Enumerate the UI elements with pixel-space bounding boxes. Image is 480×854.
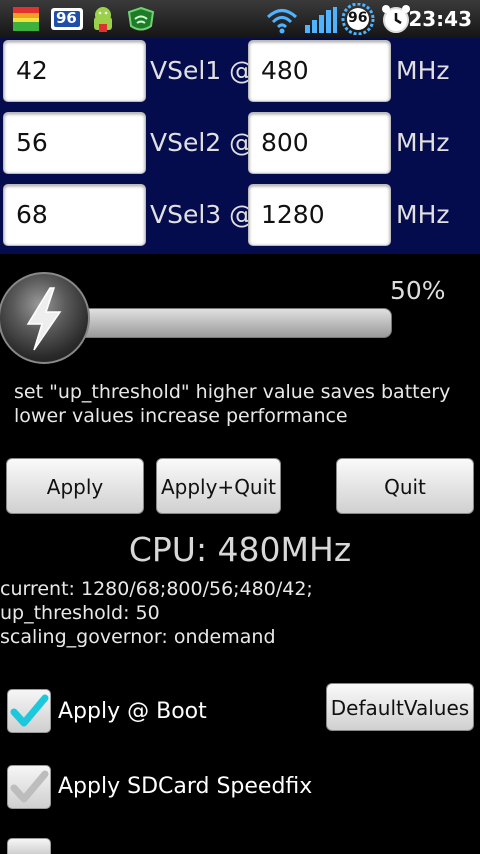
checkmark-icon — [10, 694, 49, 727]
shield-icon — [126, 6, 156, 32]
up-threshold-stat: up_threshold: 50 — [0, 602, 160, 624]
governor-stat: scaling_governor: ondemand — [0, 626, 276, 648]
battery-level-text: 96 — [348, 10, 368, 26]
signal-icon — [302, 6, 338, 33]
slider-knob[interactable] — [0, 272, 90, 364]
quit-button[interactable]: Quit — [336, 458, 474, 514]
badge-notification-icon: 96 — [50, 6, 84, 32]
vsel3-unit: MHz — [396, 200, 450, 229]
vsel3-value-input[interactable]: 68 — [3, 184, 146, 246]
alarm-clock-icon — [380, 4, 412, 34]
battery-icon: 96 — [340, 2, 376, 36]
notification-badge-text: 96 — [56, 9, 77, 27]
cpu-frequency: CPU: 480MHz — [128, 530, 352, 569]
hint-line-1: set "up_threshold" higher value saves ba… — [14, 381, 451, 403]
apply-boot-checkbox[interactable] — [7, 689, 51, 733]
current-stat: current: 1280/68;800/56;480/42; — [0, 578, 313, 600]
vsel3-freq-input[interactable]: 1280 — [248, 184, 391, 246]
vsel-panel: 42 VSel1 @ 480 MHz 56 VSel2 @ 800 MHz 68… — [0, 38, 480, 254]
sdcard-speedfix-checkbox[interactable] — [7, 765, 51, 809]
apply-quit-button[interactable]: Apply+Quit — [156, 458, 281, 514]
wifi-icon — [264, 6, 300, 34]
up-threshold-slider-track[interactable] — [40, 308, 392, 338]
vsel1-unit: MHz — [396, 56, 450, 85]
lightning-icon — [26, 287, 62, 351]
vsel2-freq-input[interactable]: 800 — [248, 112, 391, 174]
hint-line-2: lower values increase performance — [14, 405, 348, 427]
vsel2-value-input[interactable]: 56 — [3, 112, 146, 174]
sdcard-speedfix-label[interactable]: Apply SDCard Speedfix — [58, 774, 312, 799]
vsel3-label: VSel3 @ — [150, 200, 255, 229]
vsel1-freq-input[interactable]: 480 — [248, 40, 391, 102]
app-notification-icon — [12, 6, 40, 32]
android-icon — [88, 6, 118, 32]
apply-button[interactable]: Apply — [6, 458, 144, 514]
partial-checkbox[interactable] — [7, 838, 51, 854]
default-values-button[interactable]: DefaultValues — [326, 683, 474, 731]
slider-percent: 50% — [390, 276, 446, 305]
vsel2-label: VSel2 @ — [150, 128, 255, 157]
vsel1-value-input[interactable]: 42 — [3, 40, 146, 102]
vsel2-unit: MHz — [396, 128, 450, 157]
clock-time: 23:43 — [408, 7, 472, 31]
vsel1-label: VSel1 @ — [150, 56, 255, 85]
apply-boot-label[interactable]: Apply @ Boot — [58, 699, 207, 724]
checkmark-icon — [10, 770, 49, 803]
status-bar: 96 96 23:43 — [0, 0, 480, 39]
